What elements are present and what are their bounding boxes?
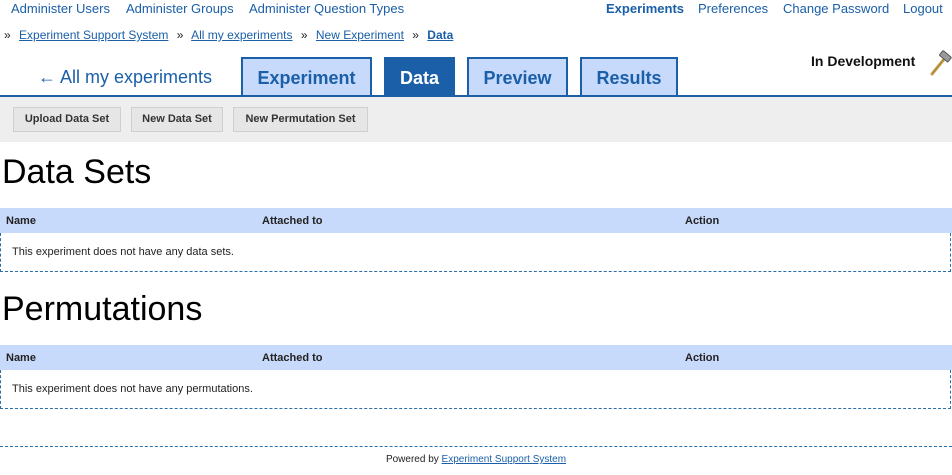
data-sets-empty-message: This experiment does not have any data s…	[12, 246, 234, 258]
breadcrumb-data[interactable]: Data	[427, 28, 453, 42]
permutations-table-body: This experiment does not have any permut…	[0, 370, 951, 409]
nav-administer-groups[interactable]: Administer Groups	[126, 1, 234, 16]
data-sets-table-header: Name Attached to Action	[0, 208, 952, 233]
breadcrumb-experiment-support-system[interactable]: Experiment Support System	[19, 28, 168, 42]
breadcrumb-separator: »	[4, 28, 11, 42]
upload-data-set-button[interactable]: Upload Data Set	[13, 107, 121, 132]
nav-experiments[interactable]: Experiments	[606, 1, 684, 16]
back-to-all-experiments-link[interactable]: ← All my experiments	[38, 67, 212, 88]
permutations-empty-message: This experiment does not have any permut…	[12, 383, 253, 395]
footer: Powered by Experiment Support System	[0, 454, 952, 465]
hammer-icon	[926, 50, 952, 76]
column-name: Name	[6, 352, 36, 364]
column-action: Action	[685, 215, 720, 227]
breadcrumb-new-experiment[interactable]: New Experiment	[316, 28, 404, 42]
top-navigation: Administer Users Administer Groups Admin…	[0, 0, 952, 16]
column-action: Action	[685, 352, 720, 364]
column-attached-to: Attached to	[262, 352, 323, 364]
nav-administer-users[interactable]: Administer Users	[11, 1, 110, 16]
breadcrumb-separator: »	[176, 28, 184, 42]
nav-change-password[interactable]: Change Password	[783, 1, 889, 16]
nav-logout[interactable]: Logout	[903, 1, 943, 16]
new-data-set-button[interactable]: New Data Set	[131, 107, 223, 132]
column-attached-to: Attached to	[262, 215, 323, 227]
tab-preview[interactable]: Preview	[467, 57, 568, 97]
data-sets-heading: Data Sets	[2, 153, 152, 191]
development-status: In Development	[811, 53, 916, 69]
tab-data[interactable]: Data	[384, 57, 455, 97]
breadcrumb-all-my-experiments[interactable]: All my experiments	[191, 28, 292, 42]
action-toolbar: Upload Data Set New Data Set New Permuta…	[0, 97, 952, 142]
permutations-table-header: Name Attached to Action	[0, 345, 952, 370]
tab-experiment[interactable]: Experiment	[241, 57, 372, 97]
breadcrumb: » Experiment Support System » All my exp…	[4, 28, 453, 42]
data-sets-table-body: This experiment does not have any data s…	[0, 233, 951, 272]
breadcrumb-separator: »	[412, 28, 419, 42]
tab-results[interactable]: Results	[580, 57, 678, 97]
breadcrumb-separator: »	[300, 28, 308, 42]
new-permutation-set-button[interactable]: New Permutation Set	[233, 107, 368, 132]
permutations-heading: Permutations	[2, 290, 203, 328]
footer-experiment-support-system-link[interactable]: Experiment Support System	[442, 454, 567, 465]
footer-divider	[0, 446, 952, 447]
nav-administer-question-types[interactable]: Administer Question Types	[249, 1, 404, 16]
footer-powered-by: Powered by	[385, 454, 439, 465]
nav-preferences[interactable]: Preferences	[698, 1, 768, 16]
column-name: Name	[6, 215, 36, 227]
